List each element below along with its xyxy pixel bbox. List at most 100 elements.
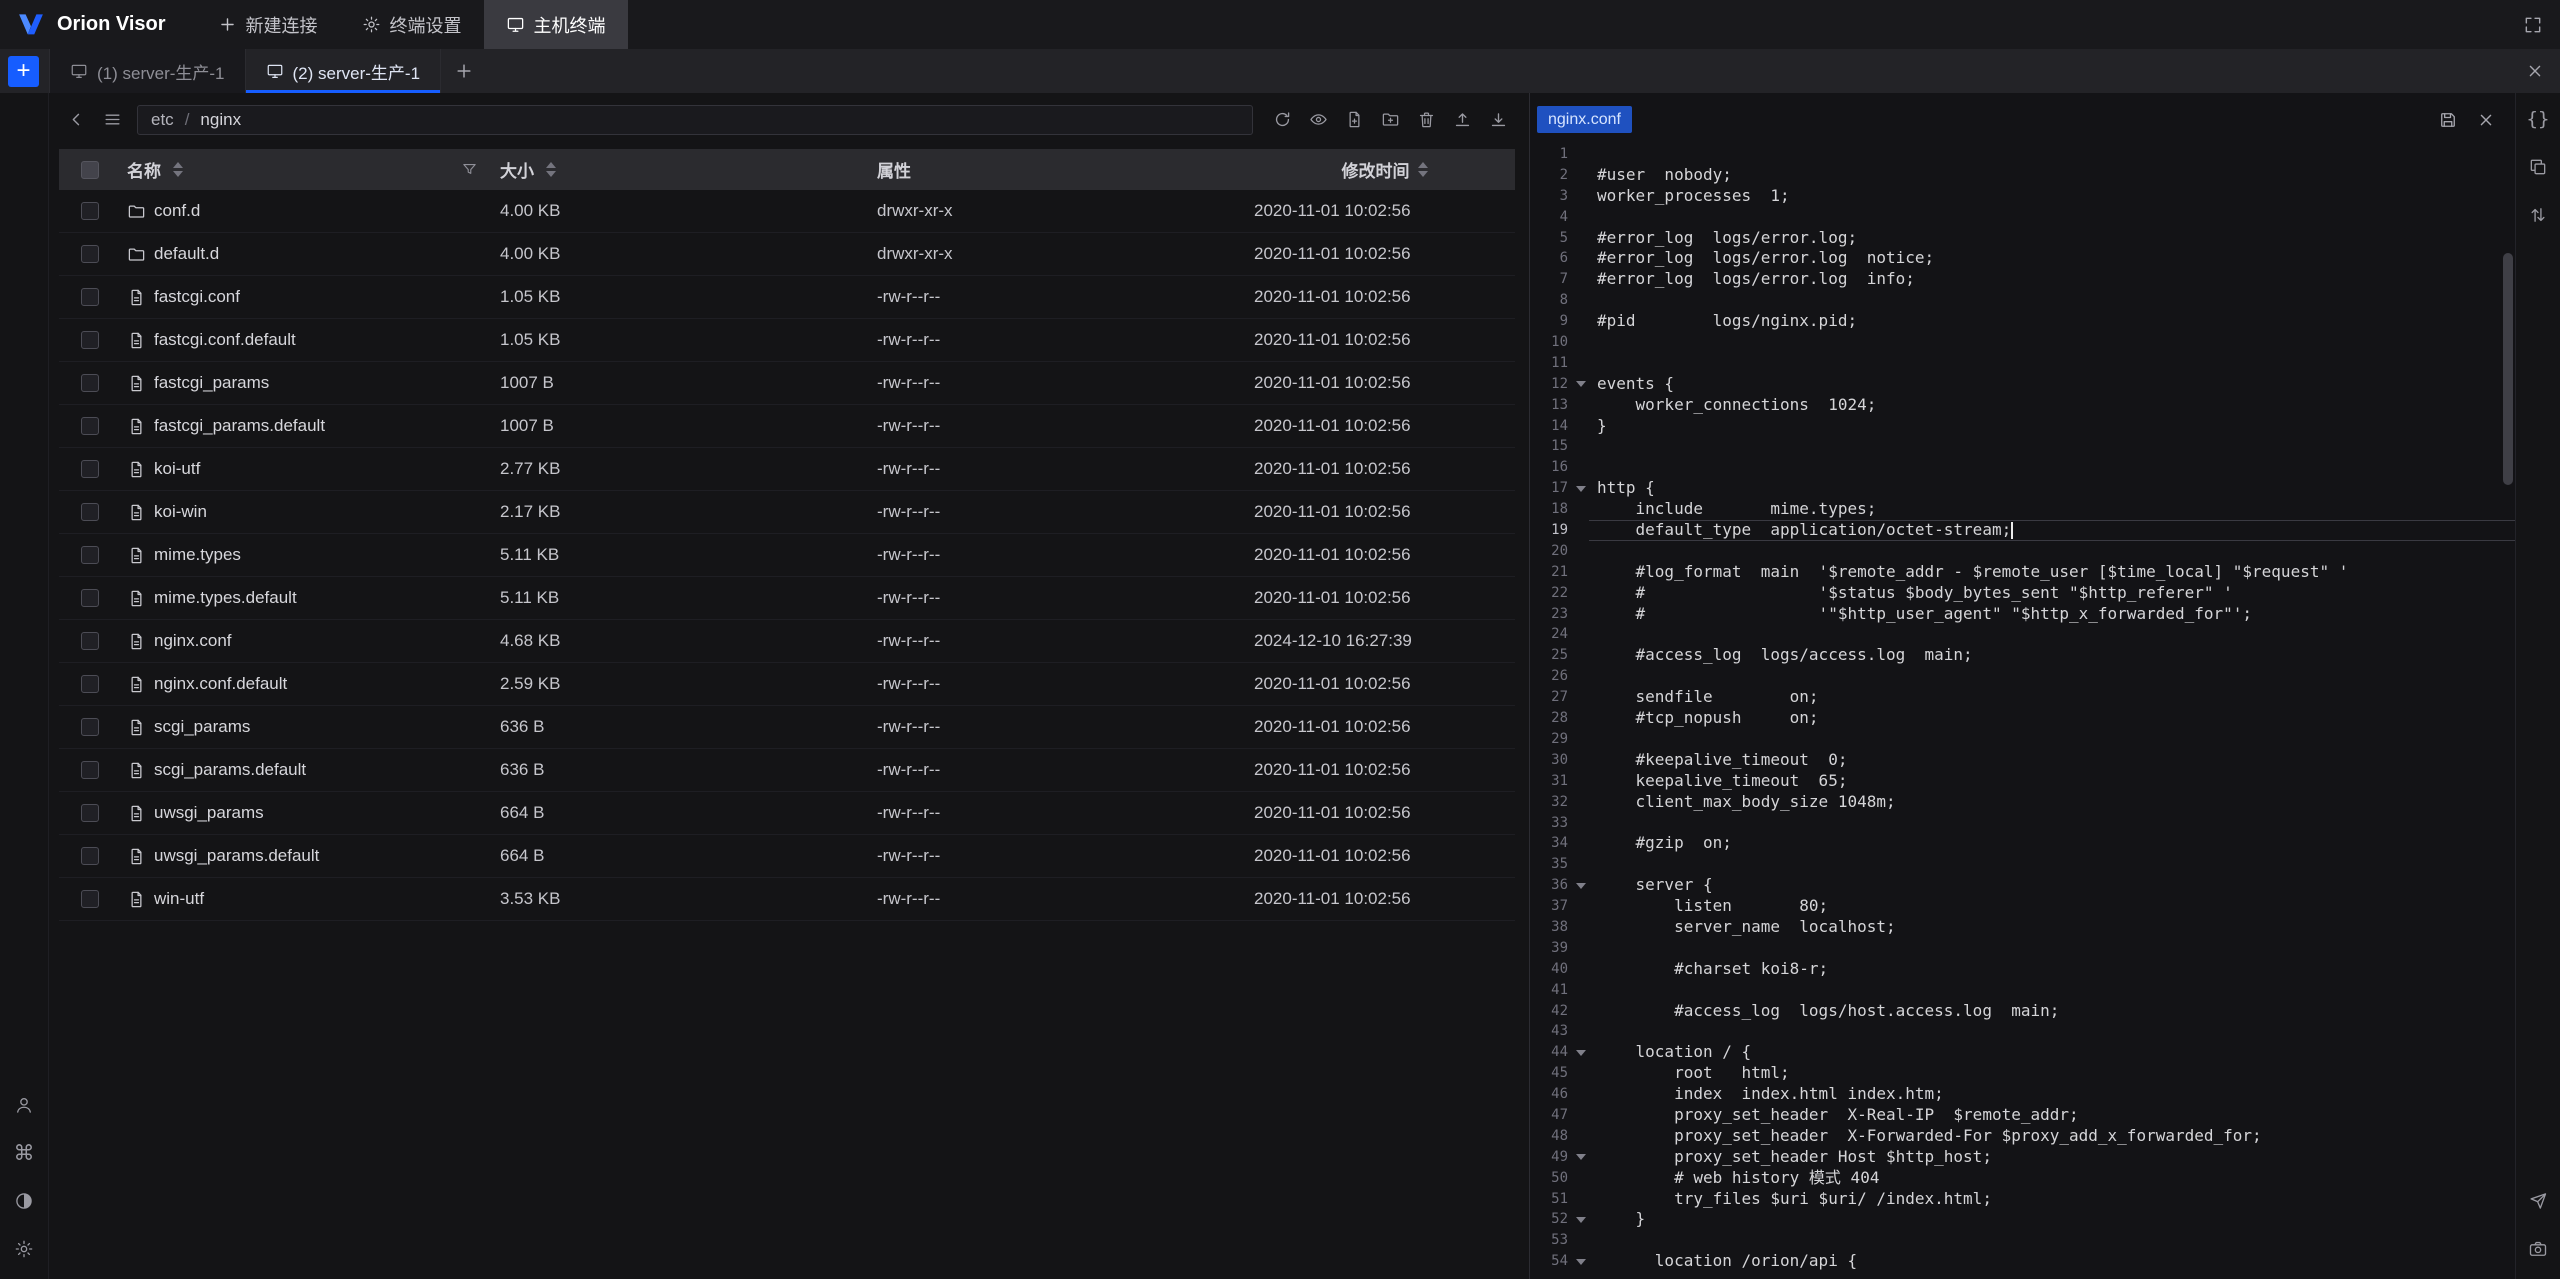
code-line[interactable]: 45 root html;	[1530, 1063, 2515, 1084]
code-line[interactable]: 2#user nobody;	[1530, 165, 2515, 186]
row-checkbox[interactable]	[81, 589, 99, 607]
code-line[interactable]: 52 }	[1530, 1209, 2515, 1230]
file-row[interactable]: mime.types 5.11 KB -rw-r--r-- 2020-11-01…	[59, 534, 1515, 577]
file-row[interactable]: fastcgi_params.default 1007 B -rw-r--r--…	[59, 405, 1515, 448]
code-line[interactable]: 53	[1530, 1230, 2515, 1251]
code-line[interactable]: 12events {	[1530, 374, 2515, 395]
screenshot-button[interactable]	[2521, 1232, 2555, 1266]
code-line[interactable]: 34 #gzip on;	[1530, 833, 2515, 854]
code-line[interactable]: 32 client_max_body_size 1048m;	[1530, 792, 2515, 813]
header-name[interactable]: 名称	[121, 157, 500, 182]
fold-toggle-icon[interactable]	[1572, 374, 1589, 395]
row-checkbox[interactable]	[81, 761, 99, 779]
row-checkbox[interactable]	[81, 245, 99, 263]
row-checkbox[interactable]	[81, 804, 99, 822]
file-row[interactable]: scgi_params.default 636 B -rw-r--r-- 202…	[59, 749, 1515, 792]
file-row[interactable]: koi-utf 2.77 KB -rw-r--r-- 2020-11-01 10…	[59, 448, 1515, 491]
nav-item-new-connection[interactable]: 新建连接	[196, 0, 340, 49]
code-line[interactable]: 33	[1530, 813, 2515, 834]
row-checkbox[interactable]	[81, 718, 99, 736]
file-row[interactable]: conf.d 4.00 KB drwxr-xr-x 2020-11-01 10:…	[59, 190, 1515, 233]
code-line[interactable]: 35	[1530, 854, 2515, 875]
code-line[interactable]: 36 server {	[1530, 875, 2515, 896]
code-line[interactable]: 37 listen 80;	[1530, 896, 2515, 917]
code-line[interactable]: 8	[1530, 290, 2515, 311]
file-row[interactable]: koi-win 2.17 KB -rw-r--r-- 2020-11-01 10…	[59, 491, 1515, 534]
code-line[interactable]: 31 keepalive_timeout 65;	[1530, 771, 2515, 792]
code-line[interactable]: 22 # '$status $body_bytes_sent "$http_re…	[1530, 583, 2515, 604]
code-line[interactable]: 42 #access_log logs/host.access.log main…	[1530, 1001, 2515, 1022]
file-row[interactable]: win-utf 3.53 KB -rw-r--r-- 2020-11-01 10…	[59, 878, 1515, 921]
row-checkbox[interactable]	[81, 890, 99, 908]
transfer-button[interactable]	[2521, 198, 2555, 232]
code-line[interactable]: 7#error_log logs/error.log info;	[1530, 269, 2515, 290]
shortcut-keys-button[interactable]: ⌘	[7, 1136, 41, 1170]
code-line[interactable]: 27 sendfile on;	[1530, 687, 2515, 708]
code-line[interactable]: 44 location / {	[1530, 1042, 2515, 1063]
row-checkbox[interactable]	[81, 288, 99, 306]
row-checkbox[interactable]	[81, 675, 99, 693]
new-folder-button[interactable]	[1373, 105, 1407, 135]
code-line[interactable]: 26	[1530, 666, 2515, 687]
download-button[interactable]	[1481, 105, 1515, 135]
code-line[interactable]: 43	[1530, 1021, 2515, 1042]
code-line[interactable]: 38 server_name localhost;	[1530, 917, 2515, 938]
code-line[interactable]: 29	[1530, 729, 2515, 750]
row-checkbox[interactable]	[81, 202, 99, 220]
nav-item-host-terminal[interactable]: 主机终端	[484, 0, 628, 49]
code-line[interactable]: 10	[1530, 332, 2515, 353]
editor-scrollbar[interactable]	[2503, 253, 2513, 485]
row-checkbox[interactable]	[81, 374, 99, 392]
fold-toggle-icon[interactable]	[1572, 1209, 1589, 1230]
code-line[interactable]: 54 location /orion/api {	[1530, 1251, 2515, 1272]
file-row[interactable]: nginx.conf.default 2.59 KB -rw-r--r-- 20…	[59, 663, 1515, 706]
theme-button[interactable]	[7, 1184, 41, 1218]
breadcrumb-segment[interactable]: etc	[151, 110, 174, 130]
code-line[interactable]: 51 try_files $uri $uri/ /index.html;	[1530, 1189, 2515, 1210]
code-line[interactable]: 21 #log_format main '$remote_addr - $rem…	[1530, 562, 2515, 583]
code-line[interactable]: 23 # '"$http_user_agent" "$http_x_forwar…	[1530, 604, 2515, 625]
fold-toggle-icon[interactable]	[1572, 1147, 1589, 1168]
code-line[interactable]: 3worker_processes 1;	[1530, 186, 2515, 207]
file-row[interactable]: fastcgi.conf 1.05 KB -rw-r--r-- 2020-11-…	[59, 276, 1515, 319]
code-line[interactable]: 20	[1530, 541, 2515, 562]
row-checkbox[interactable]	[81, 460, 99, 478]
select-all-checkbox[interactable]	[81, 161, 99, 179]
code-line[interactable]: 16	[1530, 457, 2515, 478]
add-tab-button[interactable]	[447, 54, 481, 88]
code-line[interactable]: 19 default_type application/octet-stream…	[1530, 520, 2515, 541]
code-area[interactable]: 12#user nobody;3worker_processes 1;45#er…	[1530, 138, 2515, 1279]
terminal-tab-2[interactable]: (2) server-生产-1	[246, 49, 442, 93]
show-hidden-button[interactable]	[1301, 105, 1335, 135]
filter-button[interactable]	[461, 161, 478, 178]
code-line[interactable]: 13 worker_connections 1024;	[1530, 395, 2515, 416]
new-terminal-button[interactable]: +	[8, 56, 39, 87]
file-row[interactable]: default.d 4.00 KB drwxr-xr-x 2020-11-01 …	[59, 233, 1515, 276]
code-line[interactable]: 4	[1530, 207, 2515, 228]
code-line[interactable]: 11	[1530, 353, 2515, 374]
file-row[interactable]: nginx.conf 4.68 KB -rw-r--r-- 2024-12-10…	[59, 620, 1515, 663]
close-editor-button[interactable]	[2469, 103, 2503, 137]
code-line[interactable]: 6#error_log logs/error.log notice;	[1530, 248, 2515, 269]
fold-toggle-icon[interactable]	[1572, 478, 1589, 499]
new-file-button[interactable]	[1337, 105, 1371, 135]
nav-item-terminal-settings[interactable]: 终端设置	[340, 0, 484, 49]
code-line[interactable]: 46 index index.html index.htm;	[1530, 1084, 2515, 1105]
code-line[interactable]: 28 #tcp_nopush on;	[1530, 708, 2515, 729]
delete-button[interactable]	[1409, 105, 1443, 135]
row-checkbox[interactable]	[81, 417, 99, 435]
copy-button[interactable]	[2521, 150, 2555, 184]
row-checkbox[interactable]	[81, 546, 99, 564]
file-row[interactable]: fastcgi_params 1007 B -rw-r--r-- 2020-11…	[59, 362, 1515, 405]
code-line[interactable]: 18 include mime.types;	[1530, 499, 2515, 520]
terminal-config-button[interactable]: {}	[2521, 102, 2555, 136]
row-checkbox[interactable]	[81, 847, 99, 865]
row-checkbox[interactable]	[81, 503, 99, 521]
terminal-tab-1[interactable]: (1) server-生产-1	[49, 49, 246, 93]
header-mtime[interactable]: 修改时间	[1254, 157, 1515, 182]
fold-toggle-icon[interactable]	[1572, 1042, 1589, 1063]
code-line[interactable]: 15	[1530, 436, 2515, 457]
code-line[interactable]: 39	[1530, 938, 2515, 959]
code-line[interactable]: 14}	[1530, 416, 2515, 437]
file-row[interactable]: uwsgi_params.default 664 B -rw-r--r-- 20…	[59, 835, 1515, 878]
